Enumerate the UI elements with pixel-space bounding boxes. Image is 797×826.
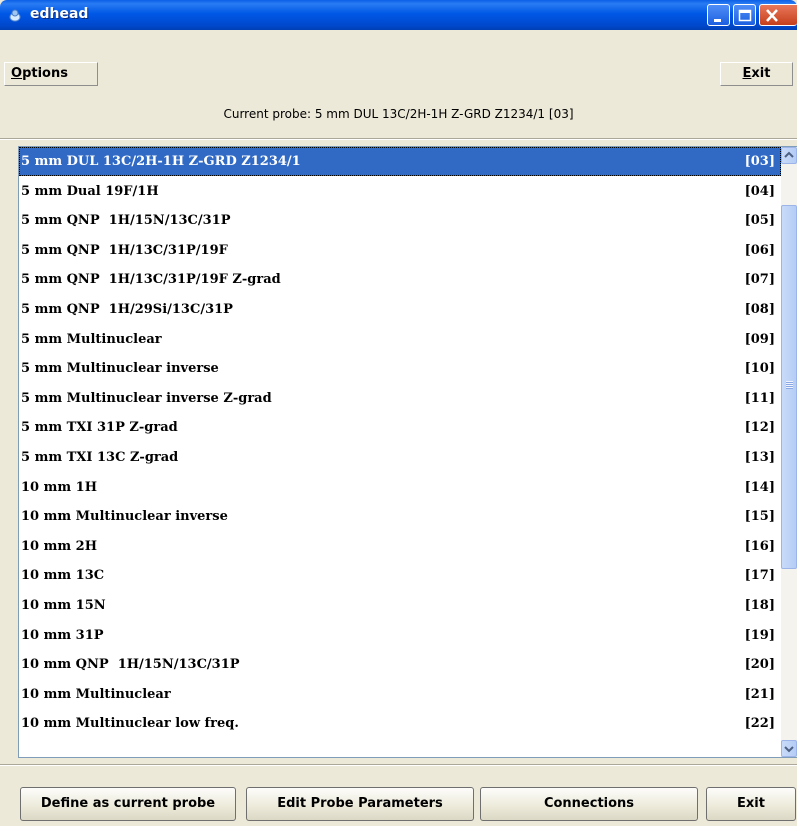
- probe-list-item[interactable]: 5 mm TXI 31P Z-grad [12]: [19, 413, 781, 442]
- probe-code: [06]: [744, 242, 775, 258]
- options-menu[interactable]: Options: [4, 62, 98, 86]
- grip-icon: [786, 381, 793, 389]
- probe-name: 5 mm Multinuclear inverse Z-grad: [21, 390, 272, 406]
- probe-name: 10 mm 13C: [21, 568, 105, 584]
- maximize-icon: [738, 9, 752, 22]
- probe-code: [04]: [744, 183, 775, 199]
- probe-code: [03]: [744, 154, 775, 169]
- menu-bar: [0, 30, 797, 88]
- probe-code: [18]: [744, 598, 775, 613]
- options-menu-label: Options: [11, 66, 68, 81]
- probe-list-item[interactable]: 10 mm Multinuclear [21]: [19, 680, 781, 709]
- probe-list-item[interactable]: 5 mm TXI 13C Z-grad [13]: [19, 443, 781, 472]
- title-bar[interactable]: edhead: [0, 0, 797, 30]
- probe-code: [13]: [744, 450, 775, 465]
- scroll-down-button[interactable]: [781, 740, 797, 757]
- close-icon: [766, 9, 778, 22]
- divider: [0, 764, 797, 766]
- probe-list-item[interactable]: 5 mm QNP 1H/13C/31P/19F Z-grad [07]: [19, 265, 781, 294]
- current-probe-label: Current probe: 5 mm DUL 13C/2H-1H Z-GRD …: [223, 107, 574, 121]
- maximize-button[interactable]: [733, 4, 756, 26]
- probe-code: [19]: [744, 627, 775, 643]
- scroll-up-button[interactable]: [781, 147, 797, 164]
- probe-name: 5 mm Multinuclear: [21, 331, 162, 347]
- app-icon: [9, 9, 21, 22]
- probe-list-item[interactable]: 5 mm QNP 1H/29Si/13C/31P [08]: [19, 295, 781, 324]
- probe-list-item[interactable]: 5 mm Multinuclear inverse Z-grad [11]: [19, 384, 781, 413]
- probe-list-item[interactable]: 10 mm QNP 1H/15N/13C/31P [20]: [19, 650, 781, 679]
- probe-list-item[interactable]: 10 mm 31P [19]: [19, 621, 781, 650]
- probe-code: [07]: [744, 272, 775, 288]
- probe-list[interactable]: 5 mm DUL 13C/2H-1H Z-GRD Z1234/1 [03] 5 mm…: [18, 146, 797, 758]
- probe-name: 5 mm QNP 1H/29Si/13C/31P: [21, 302, 233, 317]
- probe-name: 10 mm 2H: [21, 538, 97, 554]
- close-button[interactable]: [759, 4, 797, 26]
- probe-code: [22]: [744, 716, 775, 732]
- probe-list-item[interactable]: 10 mm 1H [14]: [19, 473, 781, 502]
- probe-name: 5 mm QNP 1H/13C/31P/19F Z-grad: [21, 272, 281, 288]
- probe-list-item[interactable]: 5 mm Dual 19F/1H [04]: [19, 177, 781, 206]
- probe-code: [15]: [744, 509, 775, 525]
- probe-name: 10 mm 15N: [21, 598, 106, 613]
- probe-name: 10 mm Multinuclear: [21, 686, 171, 702]
- probe-list-item[interactable]: 5 mm Multinuclear inverse [10]: [19, 354, 781, 383]
- probe-name: 5 mm DUL 13C/2H-1H Z-GRD Z1234/1: [21, 154, 301, 169]
- probe-code: [11]: [744, 390, 775, 406]
- probe-code: [12]: [744, 420, 775, 436]
- exit-menu-label: Exit: [742, 66, 771, 81]
- define-current-probe-button[interactable]: Define as current probe: [20, 787, 236, 821]
- probe-code: [21]: [744, 686, 775, 702]
- probe-code: [16]: [744, 538, 775, 554]
- probe-list-item[interactable]: 5 mm Multinuclear [09]: [19, 325, 781, 354]
- probe-name: 10 mm Multinuclear inverse: [21, 509, 228, 525]
- probe-name: 5 mm QNP 1H/15N/13C/31P: [21, 213, 231, 229]
- probe-list-item[interactable]: 10 mm Multinuclear inverse [15]: [19, 502, 781, 531]
- connections-button[interactable]: Connections: [480, 787, 698, 821]
- minimize-button[interactable]: [707, 4, 730, 26]
- minimize-icon: [714, 19, 721, 22]
- window-title: edhead: [30, 6, 89, 22]
- exit-menu[interactable]: Exit: [720, 62, 793, 86]
- probe-code: [20]: [744, 657, 775, 673]
- chevron-down-icon: [784, 746, 794, 753]
- probe-code: [08]: [744, 302, 775, 317]
- probe-name: 5 mm TXI 13C Z-grad: [21, 450, 179, 465]
- divider: [0, 138, 797, 140]
- probe-list-item[interactable]: 10 mm 13C [17]: [19, 561, 781, 590]
- probe-name: 5 mm QNP 1H/13C/31P/19F: [21, 242, 228, 258]
- probe-list-item[interactable]: 10 mm 15N [18]: [19, 591, 781, 620]
- probe-code: [14]: [744, 479, 775, 495]
- probe-name: 5 mm Multinuclear inverse: [21, 361, 219, 377]
- probe-list-item[interactable]: 10 mm Multinuclear low freq. [22]: [19, 709, 781, 738]
- probe-code: [05]: [744, 213, 775, 229]
- probe-list-item[interactable]: 5 mm QNP 1H/13C/31P/19F [06]: [19, 236, 781, 265]
- probe-code: [10]: [744, 361, 775, 377]
- scroll-thumb[interactable]: [781, 205, 797, 569]
- probe-name: 10 mm QNP 1H/15N/13C/31P: [21, 657, 240, 673]
- probe-name: 10 mm Multinuclear low freq.: [21, 716, 239, 732]
- vertical-scrollbar[interactable]: [781, 147, 797, 757]
- probe-name: 5 mm TXI 31P Z-grad: [21, 420, 178, 436]
- probe-list-item[interactable]: 5 mm QNP 1H/15N/13C/31P [05]: [19, 206, 781, 235]
- probe-name: 5 mm Dual 19F/1H: [21, 183, 159, 199]
- probe-code: [09]: [744, 331, 775, 347]
- probe-name: 10 mm 31P: [21, 627, 104, 643]
- probe-list-item[interactable]: 5 mm DUL 13C/2H-1H Z-GRD Z1234/1 [03]: [19, 147, 781, 176]
- chevron-up-icon: [784, 151, 794, 158]
- edit-probe-parameters-button[interactable]: Edit Probe Parameters: [246, 787, 474, 821]
- probe-code: [17]: [744, 568, 775, 584]
- probe-list-item[interactable]: 10 mm 2H [16]: [19, 532, 781, 561]
- exit-button[interactable]: Exit: [706, 787, 796, 821]
- probe-name: 10 mm 1H: [21, 479, 97, 495]
